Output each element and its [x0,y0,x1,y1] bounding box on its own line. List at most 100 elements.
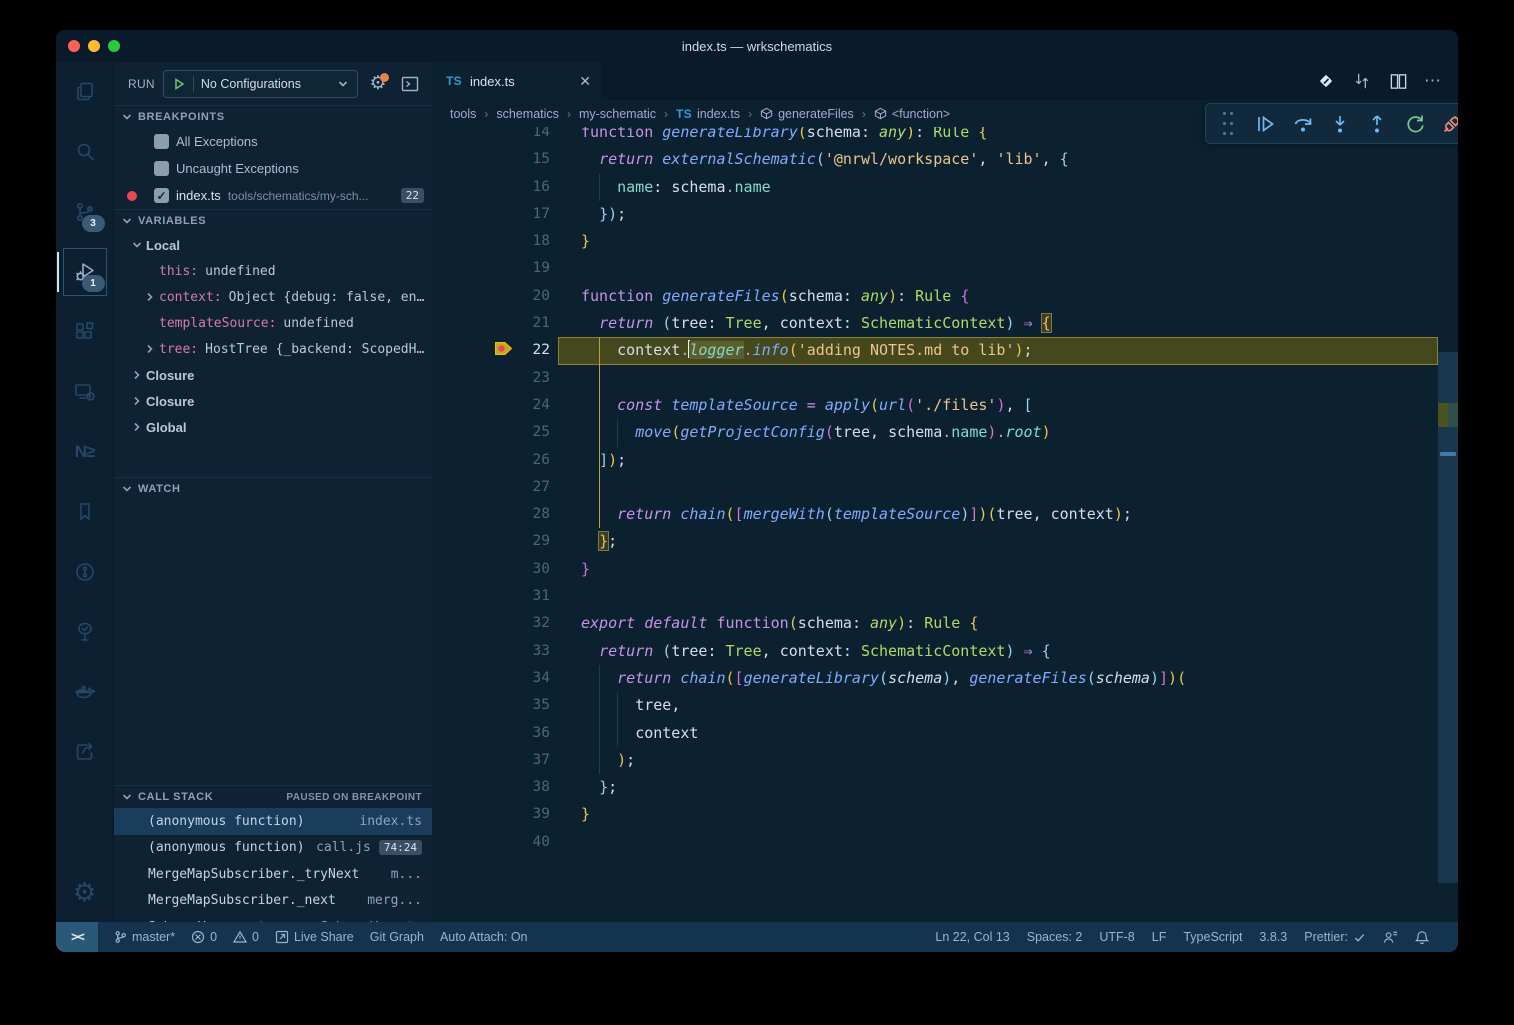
code-line-36[interactable]: 36 context [432,720,1458,747]
code-line-28[interactable]: 28 return chain([mergeWith(templateSourc… [432,501,1458,528]
code-line-17[interactable]: 17 }); [432,201,1458,228]
call-stack-frame[interactable]: MergeMapSubscriber._nextmerg... [114,888,432,915]
activity-item-settings[interactable]: ⚙ [61,862,109,922]
minimize-window-button[interactable] [88,40,100,52]
code-line-37[interactable]: 37 ); [432,747,1458,774]
variable-row[interactable]: tree:HostTree {_backend: ScopedH… [114,336,432,362]
breakpoints-section-header[interactable]: BREAKPOINTS [114,105,432,128]
breakpoint-row[interactable]: All Exceptions [114,128,432,155]
gitlens-icon[interactable] [1316,71,1336,91]
status-feedback[interactable] [1383,930,1398,944]
step-over-button[interactable] [1289,110,1317,138]
call-stack-frame[interactable]: Subscriber.nextSubscriber.ts [114,914,432,922]
breadcrumb-item-my-schematic[interactable]: my-schematic [579,107,656,121]
checkbox-checked-icon[interactable]: ✓ [154,188,169,203]
call-stack-section-header[interactable]: CALL STACK PAUSED ON BREAKPOINT [114,785,432,808]
status-eol[interactable]: LF [1152,930,1167,944]
code-line-21[interactable]: 21 return (tree: Tree, context: Schemati… [432,310,1458,337]
tab-index-ts[interactable]: TS index.ts ✕ [432,62,602,100]
code-line-30[interactable]: 30} [432,556,1458,583]
variable-row[interactable]: this:undefined [114,258,432,284]
scrollbar-thumb[interactable] [1438,352,1458,883]
status-indentation[interactable]: Spaces: 2 [1027,930,1083,944]
code-line-22[interactable]: 22 context.logger.info('adding NOTES.md … [432,337,1458,364]
step-into-button[interactable] [1326,110,1354,138]
remote-indicator[interactable]: >< [56,922,98,952]
status-notifications[interactable] [1415,930,1429,945]
close-tab-icon[interactable]: ✕ [579,73,591,90]
breakpoint-row[interactable]: ✓index.tstools/schematics/my-sch...22 [114,182,432,209]
code-line-23[interactable]: 23 [432,365,1458,392]
checkbox-icon[interactable] [154,161,169,176]
restart-button[interactable] [1401,110,1429,138]
activity-item-bookmarks[interactable] [61,482,109,542]
code-line-26[interactable]: 26 ]); [432,447,1458,474]
code-line-16[interactable]: 16 name: schema.name [432,174,1458,201]
status-language[interactable]: TypeScript [1183,930,1242,944]
code-line-34[interactable]: 34 return chain([generateLibrary(schema)… [432,665,1458,692]
activity-item-extensions[interactable] [61,302,109,362]
activity-item-testing[interactable] [61,602,109,662]
activity-item-run-and-debug[interactable]: 1 [61,242,109,302]
status-cursor-position[interactable]: Ln 22, Col 13 [935,930,1009,944]
activity-item-explorer[interactable] [61,62,109,122]
code-line-35[interactable]: 35 tree, [432,692,1458,719]
breadcrumb-item-index-ts[interactable]: TSindex.ts [676,107,740,121]
status-live-share[interactable]: Live Share [275,930,354,944]
variables-scope-row[interactable]: Closure [114,388,432,414]
code-line-25[interactable]: 25 move(getProjectConfig(tree, schema.na… [432,419,1458,446]
debug-console-button[interactable] [398,72,422,96]
status-errors[interactable]: 0 [191,930,217,944]
breadcrumb-item--function-[interactable]: <function> [874,107,950,121]
status-warnings[interactable]: 0 [233,930,259,944]
code-line-31[interactable]: 31 [432,583,1458,610]
code-line-29[interactable]: 29 }; [432,528,1458,555]
code-line-18[interactable]: 18} [432,228,1458,255]
code-line-19[interactable]: 19 [432,255,1458,282]
breadcrumb-item-tools[interactable]: tools [450,107,476,121]
code-line-40[interactable]: 40 [432,829,1458,856]
code-line-27[interactable]: 27 [432,474,1458,501]
activity-item-search[interactable] [61,122,109,182]
breadcrumb-item-generatefiles[interactable]: generateFiles [760,107,854,121]
call-stack-frame[interactable]: MergeMapSubscriber._tryNextm... [114,861,432,888]
code-line-39[interactable]: 39} [432,801,1458,828]
activity-item-app-share[interactable] [61,722,109,782]
code-line-33[interactable]: 33 return (tree: Tree, context: Schemati… [432,638,1458,665]
watch-section-header[interactable]: WATCH [114,477,432,500]
activity-item-remote-explorer[interactable] [61,362,109,422]
variable-row[interactable]: context:Object {debug: false, en… [114,284,432,310]
breakpoint-row[interactable]: Uncaught Exceptions [114,155,432,182]
continue-button[interactable] [1251,110,1279,138]
disconnect-button[interactable] [1438,110,1458,138]
code-line-32[interactable]: 32export default function(schema: any): … [432,610,1458,637]
code-line-38[interactable]: 38 }; [432,774,1458,801]
variable-row[interactable]: templateSource:undefined [114,310,432,336]
maximize-window-button[interactable] [108,40,120,52]
checkbox-icon[interactable] [154,134,169,149]
start-debug-icon[interactable] [172,77,186,91]
close-window-button[interactable] [68,40,80,52]
variables-scope-row[interactable]: Local [114,232,432,258]
launch-configuration-dropdown[interactable]: No Configurations [163,70,358,98]
activity-item-docker[interactable] [61,662,109,722]
code-line-15[interactable]: 15 return externalSchematic('@nrwl/works… [432,146,1458,173]
split-editor-icon[interactable] [1388,71,1408,91]
breadcrumb-item-schematics[interactable]: schematics [496,107,559,121]
status-git-branch[interactable]: master* [114,930,175,944]
variables-scope-row[interactable]: Closure [114,362,432,388]
status-prettier[interactable]: Prettier: [1304,930,1366,944]
call-stack-frame[interactable]: (anonymous function)call.js74:24 [114,835,432,862]
step-out-button[interactable] [1363,110,1391,138]
code-line-20[interactable]: 20function generateFiles(schema: any): R… [432,283,1458,310]
variables-scope-row[interactable]: Global [114,414,432,440]
call-stack-frame[interactable]: (anonymous function)index.ts [114,808,432,835]
open-changes-icon[interactable] [1352,71,1372,91]
status-ts-version[interactable]: 3.8.3 [1259,930,1287,944]
status-auto-attach[interactable]: Auto Attach: On [440,930,528,944]
configure-gear-button[interactable]: ⚙ [366,72,390,96]
status-git-graph[interactable]: Git Graph [370,930,424,944]
activity-item-source-control[interactable]: 3 [61,182,109,242]
activity-item-nx-console[interactable]: N≥ [61,422,109,482]
activity-item-gitlens[interactable] [61,542,109,602]
